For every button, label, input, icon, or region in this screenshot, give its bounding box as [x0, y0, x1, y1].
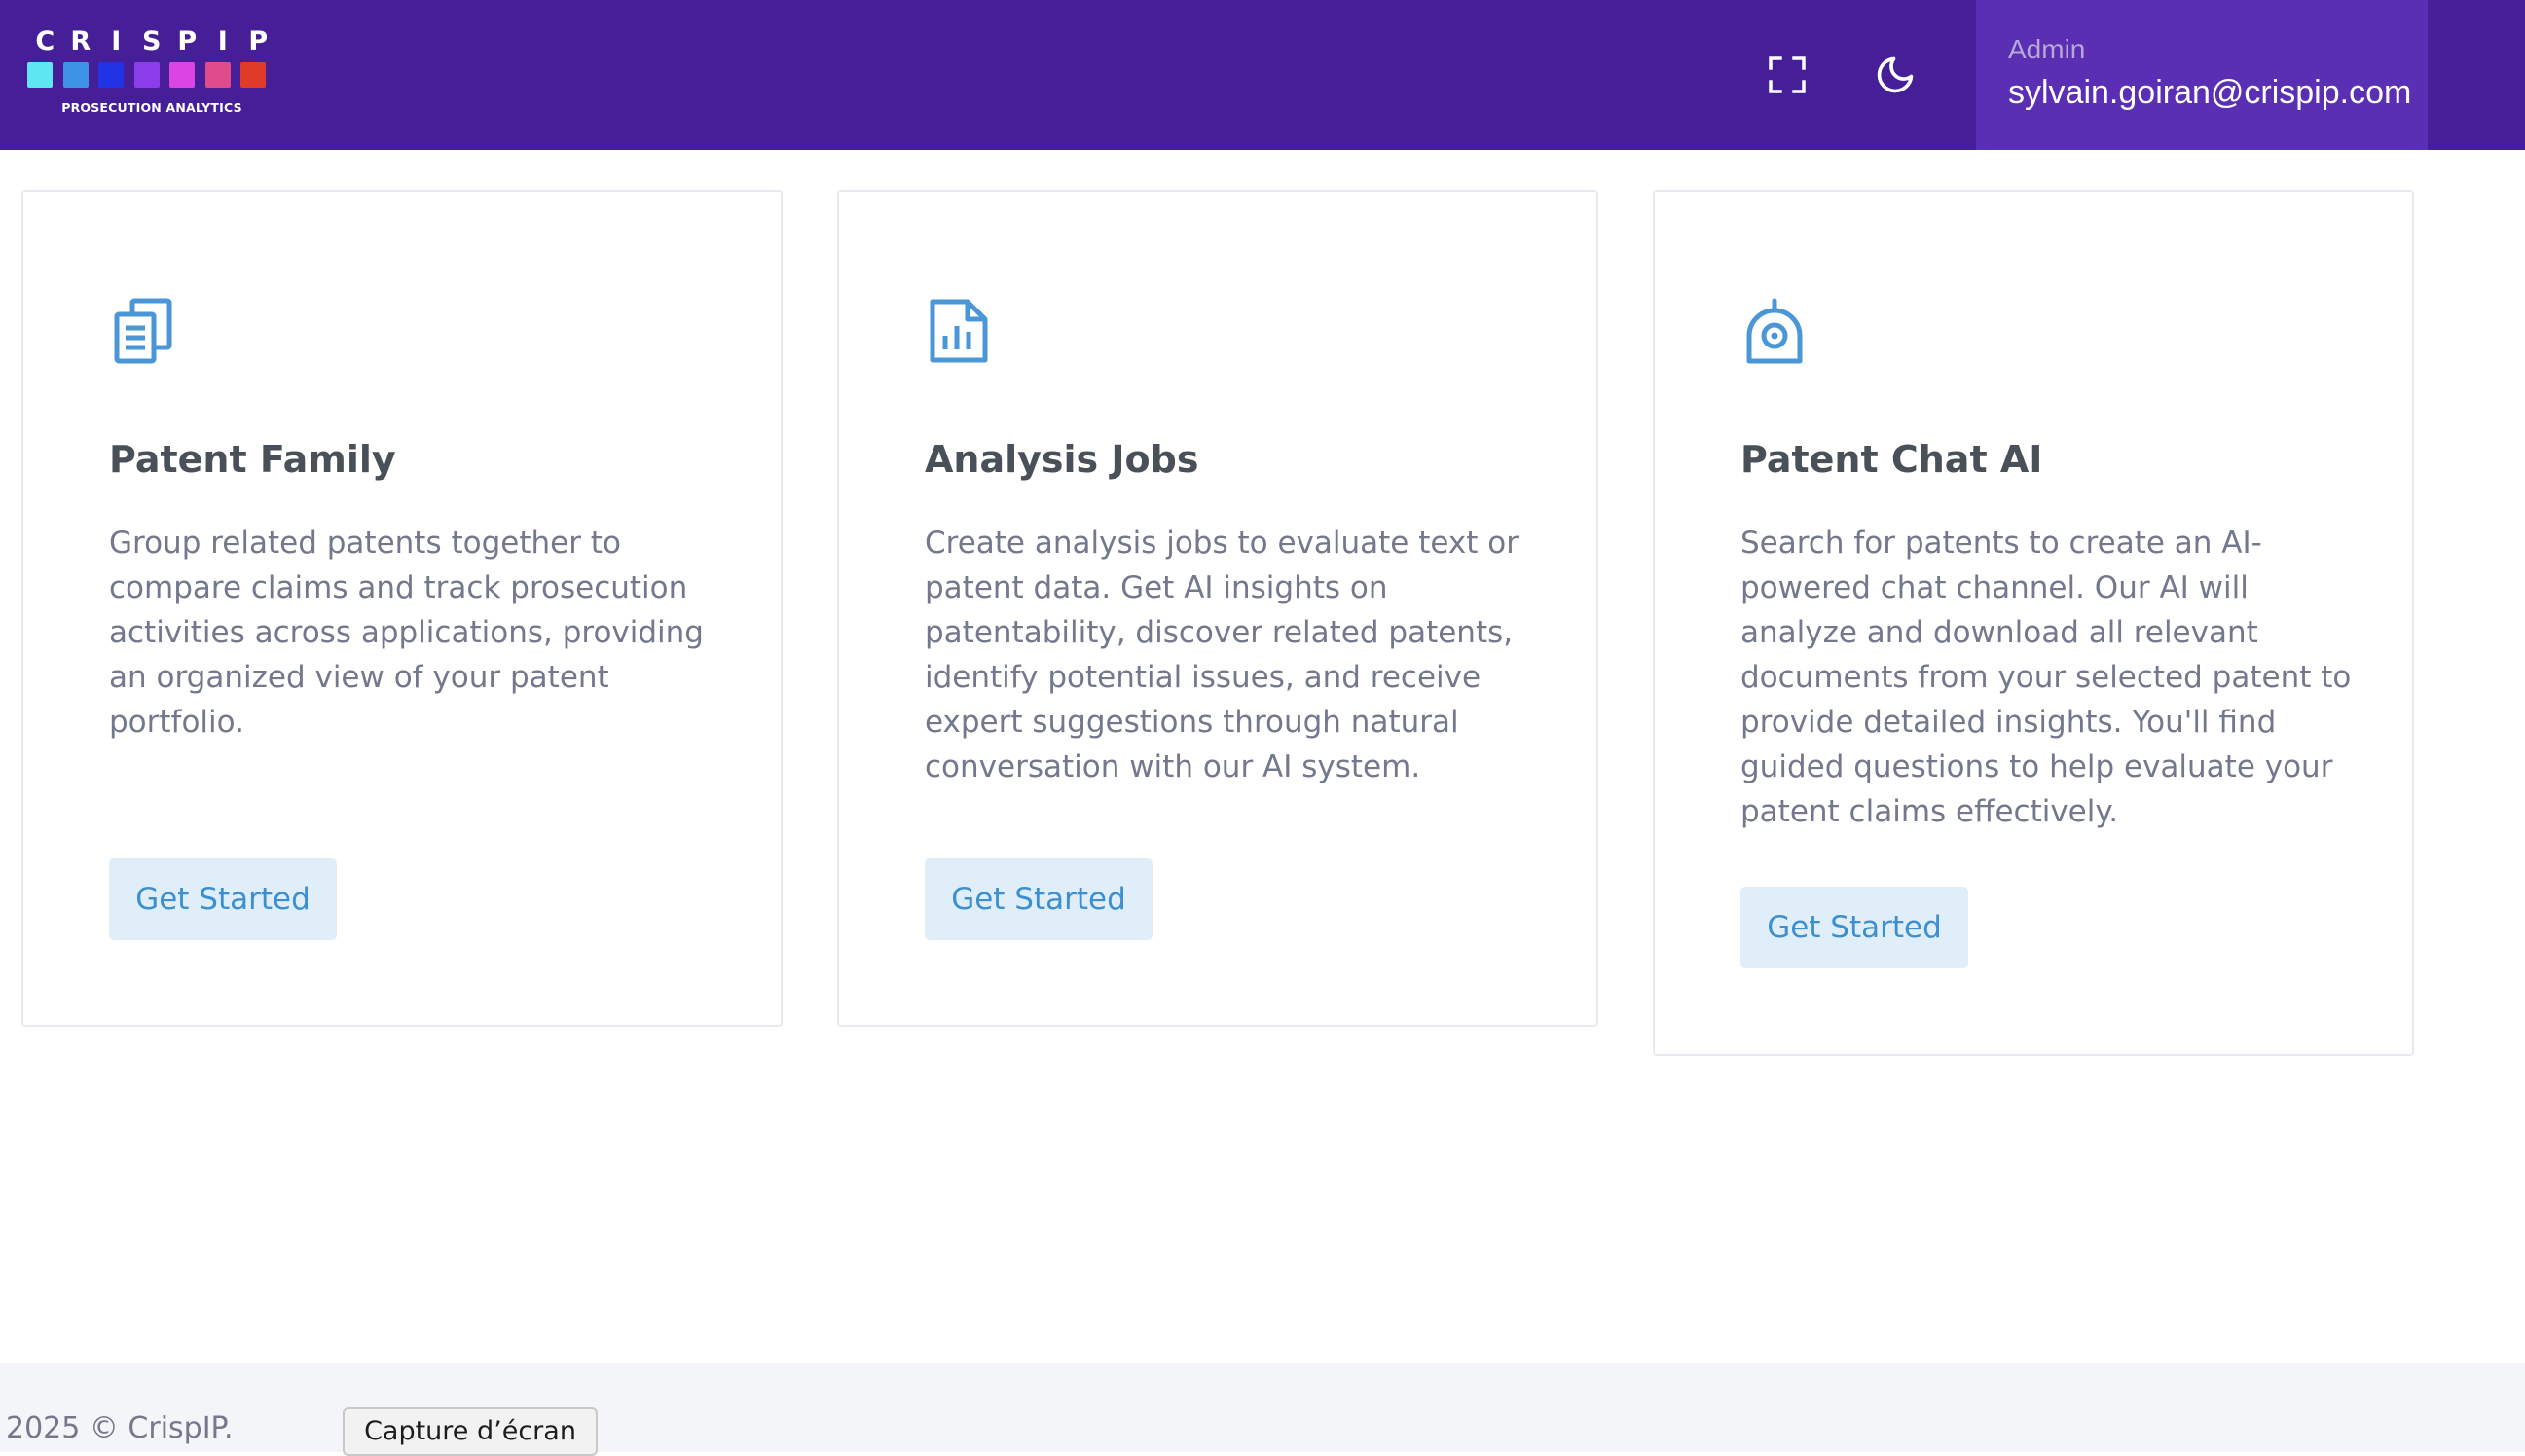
logo-letter: P	[177, 26, 198, 56]
dark-mode-toggle[interactable]	[1866, 46, 1924, 104]
logo-letter: I	[111, 26, 122, 56]
documents-icon	[114, 298, 172, 364]
fullscreen-button[interactable]	[1758, 46, 1816, 104]
chart-file-icon	[930, 299, 988, 363]
robot-icon	[1746, 298, 1803, 364]
card-description: Group related patents together to compar…	[109, 526, 704, 740]
crispip-logo[interactable]: C R I S P I P PROSECUTION ANALYTICS	[27, 27, 276, 121]
logo-square	[27, 62, 53, 88]
logo-letter: S	[142, 26, 162, 56]
card-description: Create analysis jobs to evaluate text or…	[925, 526, 1519, 784]
footer-copyright: 2025 © CrispIP.	[6, 1411, 234, 1445]
logo-subtitle: PROSECUTION ANALYTICS	[61, 100, 242, 115]
top-bar: C R I S P I P PROSECUTION ANALYTICS Admi…	[0, 0, 2525, 150]
user-email: sylvain.goiran@crispip.com	[2008, 74, 2412, 111]
card-patent-family: Patent Family Group related patents toge…	[21, 190, 783, 1027]
logo-square	[133, 62, 160, 88]
user-menu[interactable]: Admin sylvain.goiran@crispip.com	[1976, 0, 2428, 150]
user-role: Admin	[2008, 34, 2086, 64]
logo-square	[204, 62, 231, 88]
logo-square	[62, 62, 89, 88]
get-started-button[interactable]: Get Started	[1740, 887, 1968, 968]
logo-wordmark: C R I S P I P	[27, 27, 276, 56]
card-title: Patent Chat AI	[1740, 438, 2043, 481]
card-patent-chat-ai: Patent Chat AI Search for patents to cre…	[1653, 190, 2414, 1056]
logo-square	[240, 62, 266, 88]
get-started-button[interactable]: Get Started	[925, 858, 1153, 940]
screenshot-tooltip: Capture d’écran	[343, 1407, 598, 1456]
get-started-button[interactable]: Get Started	[109, 858, 337, 940]
logo-square	[169, 62, 195, 88]
logo-letter: R	[70, 26, 91, 56]
card-title: Analysis Jobs	[925, 438, 1199, 481]
card-title: Patent Family	[109, 438, 396, 481]
logo-letter: C	[35, 26, 55, 56]
logo-letter: I	[217, 26, 228, 56]
logo-square	[98, 62, 124, 88]
logo-letter: P	[248, 26, 269, 56]
card-analysis-jobs: Analysis Jobs Create analysis jobs to ev…	[837, 190, 1598, 1027]
card-description: Search for patents to create an AI-power…	[1740, 526, 2352, 829]
fullscreen-icon	[1769, 56, 1806, 93]
moon-icon	[1877, 56, 1914, 93]
logo-color-squares	[27, 62, 276, 88]
